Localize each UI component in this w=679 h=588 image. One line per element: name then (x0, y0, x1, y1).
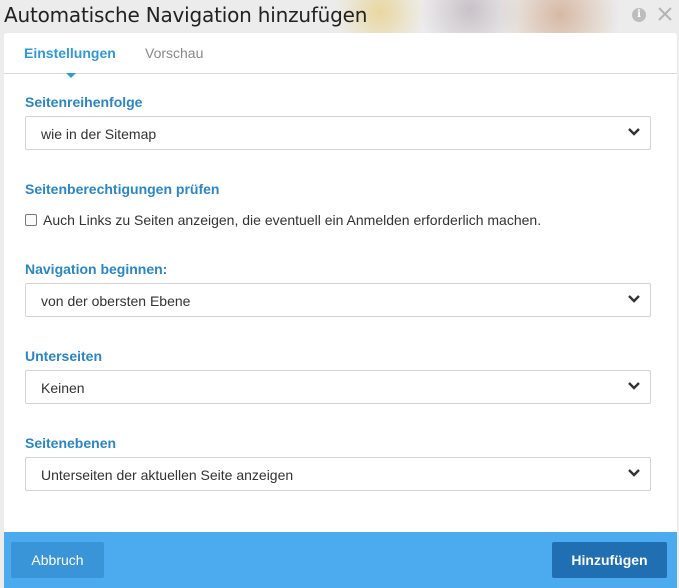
permissions-label: Seitenberechtigungen prüfen (25, 181, 220, 197)
permissions-checkbox-label[interactable]: Auch Links zu Seiten anzeigen, die event… (43, 212, 541, 228)
start-navigation-label: Navigation beginnen: (25, 261, 168, 277)
page-levels-select[interactable]: Unterseiten der aktuellen Seite anzeigen (25, 457, 651, 491)
start-navigation-value: von der obersten Ebene (41, 293, 191, 309)
navigation-dialog: Einstellungen Vorschau Seitenreihenfolge… (4, 33, 677, 588)
dialog-title-bar: Automatische Navigation hinzufügen i (0, 0, 679, 32)
subpages-select[interactable]: Keinen (25, 370, 651, 404)
chevron-down-icon (628, 382, 640, 390)
dialog-footer: Abbruch Hinzufügen (4, 532, 677, 588)
dialog-title: Automatische Navigation hinzufügen (4, 3, 368, 27)
page-order-label: Seitenreihenfolge (25, 94, 143, 110)
page-order-value: wie in der Sitemap (41, 126, 157, 142)
page-levels-value: Unterseiten der aktuellen Seite anzeigen (41, 467, 294, 483)
subpages-value: Keinen (41, 380, 85, 396)
cancel-button[interactable]: Abbruch (11, 542, 104, 578)
tab-settings[interactable]: Einstellungen (24, 45, 116, 61)
chevron-down-icon (628, 295, 640, 303)
tab-bar: Einstellungen Vorschau (4, 33, 677, 74)
close-icon[interactable] (656, 5, 674, 23)
active-tab-indicator (66, 73, 76, 78)
start-navigation-select[interactable]: von der obersten Ebene (25, 283, 651, 317)
tab-preview[interactable]: Vorschau (145, 45, 203, 61)
chevron-down-icon (628, 469, 640, 477)
page-order-select[interactable]: wie in der Sitemap (25, 116, 651, 150)
info-icon[interactable]: i (632, 8, 646, 22)
chevron-down-icon (628, 128, 640, 136)
subpages-label: Unterseiten (25, 348, 103, 364)
permissions-checkbox[interactable] (25, 214, 37, 226)
page-levels-label: Seitenebenen (25, 435, 117, 451)
add-button[interactable]: Hinzufügen (552, 542, 667, 578)
